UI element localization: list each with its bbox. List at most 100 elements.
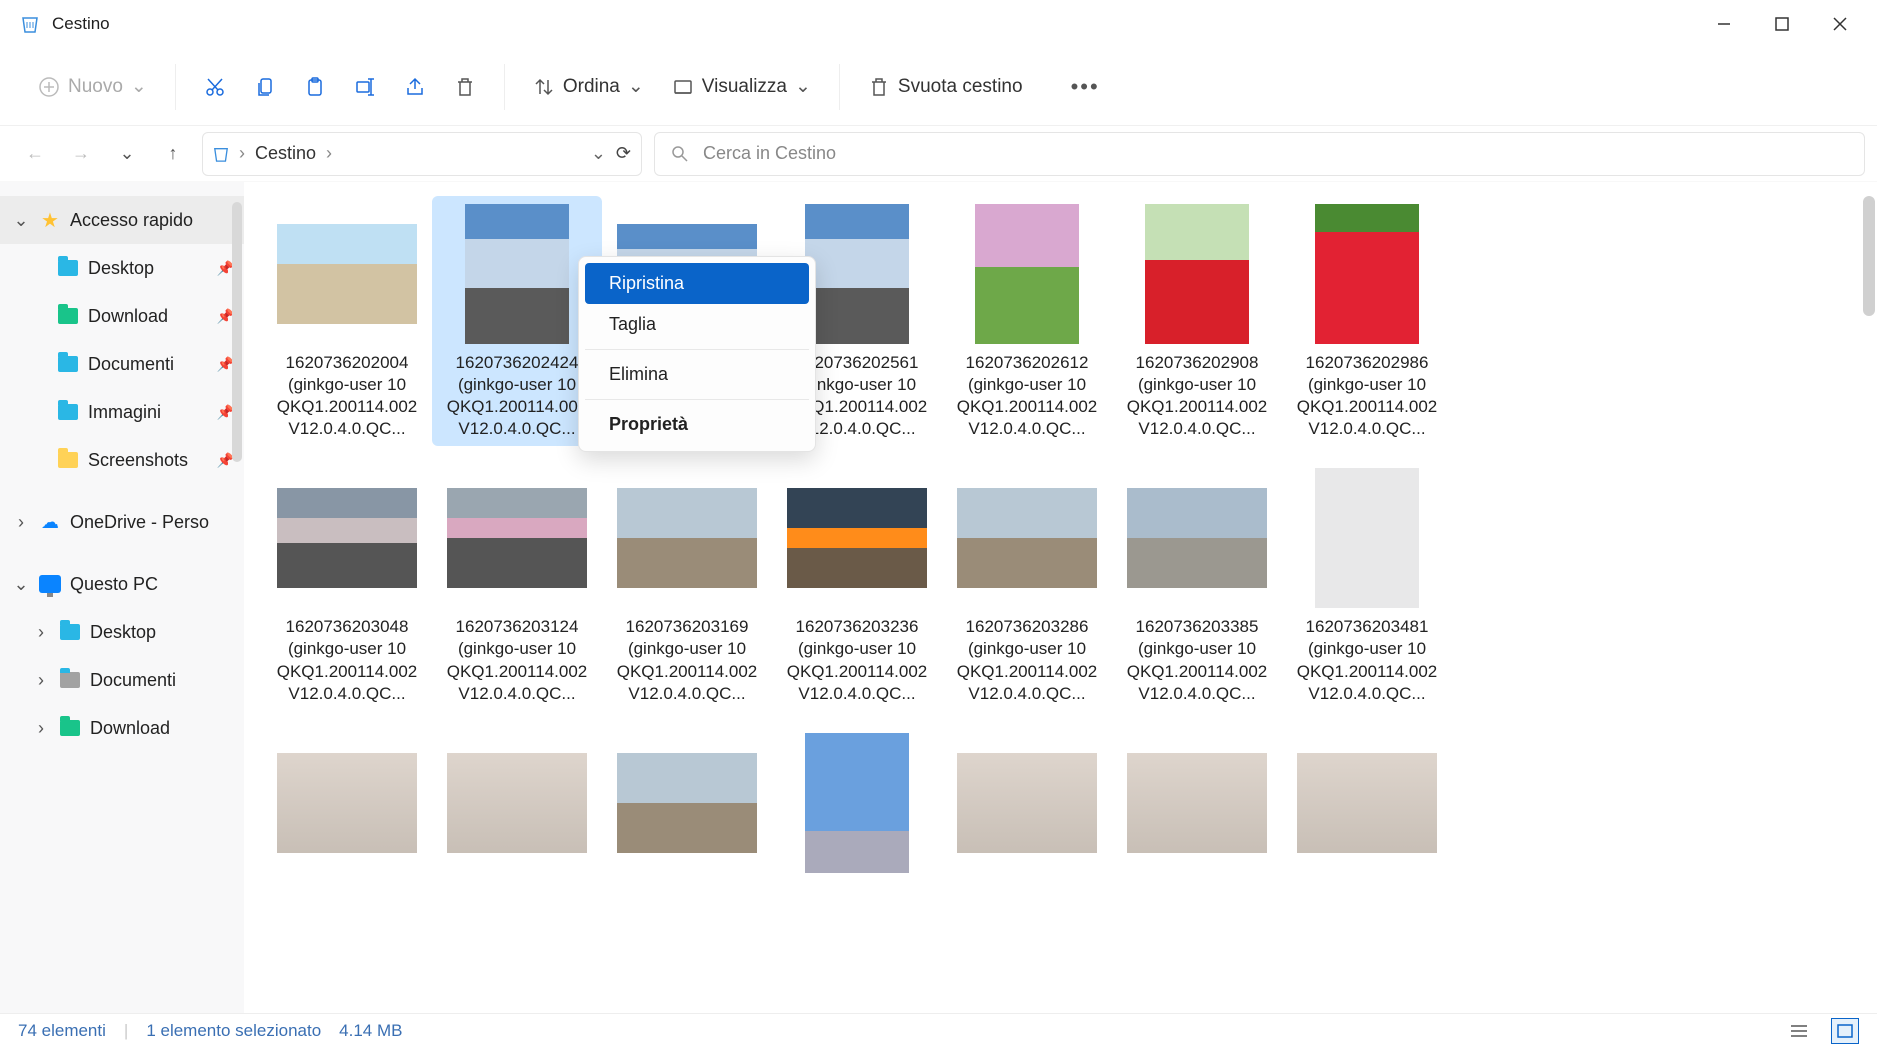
file-thumbnail: [615, 731, 759, 875]
file-item[interactable]: 1620736203236 (ginkgo-user 10 QKQ1.20011…: [772, 460, 942, 710]
file-name: 1620736202004 (ginkgo-user 10 QKQ1.20011…: [268, 352, 426, 440]
folder-icon: [58, 620, 82, 644]
status-selection: 1 elemento selezionato: [146, 1021, 321, 1041]
address-bar[interactable]: › Cestino › ⌄ ⟳: [202, 132, 642, 176]
file-item[interactable]: [1282, 725, 1452, 887]
details-view-button[interactable]: [1785, 1018, 1813, 1044]
chevron-down-icon: ⌄: [12, 210, 30, 231]
chevron-down-icon: ⌄: [795, 75, 811, 98]
file-item[interactable]: [942, 725, 1112, 887]
window-title: Cestino: [52, 14, 110, 34]
file-thumbnail: [615, 466, 759, 610]
sidebar-item-screenshots[interactable]: Screenshots 📌: [0, 436, 244, 484]
chevron-right-icon[interactable]: ›: [326, 143, 332, 164]
sidebar: ⌄ ★ Accesso rapido Desktop 📌 Download 📌 …: [0, 182, 244, 1013]
file-item[interactable]: [432, 725, 602, 887]
sort-icon: [533, 76, 555, 98]
sort-label: Ordina: [563, 76, 620, 98]
context-restore[interactable]: Ripristina: [585, 263, 809, 304]
file-item[interactable]: [602, 725, 772, 887]
empty-bin-label: Svuota cestino: [898, 76, 1023, 98]
file-item[interactable]: 1620736203048 (ginkgo-user 10 QKQ1.20011…: [262, 460, 432, 710]
content-scrollbar-thumb[interactable]: [1863, 196, 1875, 316]
sidebar-item-documenti[interactable]: Documenti 📌: [0, 340, 244, 388]
file-name: 1620736203286 (ginkgo-user 10 QKQ1.20011…: [948, 616, 1106, 704]
delete-button[interactable]: [440, 66, 490, 108]
search-bar[interactable]: [654, 132, 1865, 176]
maximize-button[interactable]: [1753, 5, 1811, 43]
file-name: 1620736203124 (ginkgo-user 10 QKQ1.20011…: [438, 616, 596, 704]
new-button[interactable]: Nuovo ⌄: [24, 65, 161, 108]
status-bar: 74 elementi | 1 elemento selezionato 4.1…: [0, 1013, 1877, 1047]
context-separator: [585, 399, 809, 400]
more-button[interactable]: •••: [1057, 64, 1114, 110]
file-item[interactable]: 1620736202612 (ginkgo-user 10 QKQ1.20011…: [942, 196, 1112, 446]
close-button[interactable]: [1811, 5, 1869, 43]
sidebar-item-this-pc[interactable]: ⌄ Questo PC: [0, 560, 244, 608]
paste-button[interactable]: [290, 66, 340, 108]
refresh-button[interactable]: ⟳: [616, 143, 631, 164]
file-item[interactable]: 1620736203286 (ginkgo-user 10 QKQ1.20011…: [942, 460, 1112, 710]
file-item[interactable]: 1620736203385 (ginkgo-user 10 QKQ1.20011…: [1112, 460, 1282, 710]
sidebar-item-pc-desktop[interactable]: › Desktop: [0, 608, 244, 656]
file-thumbnail: [1295, 731, 1439, 875]
file-item[interactable]: 1620736202424 (ginkgo-user 10 QKQ1.20011…: [432, 196, 602, 446]
file-item[interactable]: 1620736202908 (ginkgo-user 10 QKQ1.20011…: [1112, 196, 1282, 446]
scissors-icon: [204, 76, 226, 98]
sidebar-item-onedrive[interactable]: › ☁ OneDrive - Perso: [0, 498, 244, 546]
minimize-button[interactable]: [1695, 5, 1753, 43]
share-icon: [404, 76, 426, 98]
sidebar-item-download[interactable]: Download 📌: [0, 292, 244, 340]
file-thumbnail: [1125, 202, 1269, 346]
folder-icon: [56, 352, 80, 376]
forward-button[interactable]: →: [64, 137, 98, 171]
sidebar-item-desktop[interactable]: Desktop 📌: [0, 244, 244, 292]
context-cut[interactable]: Taglia: [585, 304, 809, 345]
up-button[interactable]: ↑: [156, 137, 190, 171]
plus-circle-icon: [38, 76, 60, 98]
chevron-down-icon[interactable]: ⌄: [591, 143, 606, 164]
context-delete[interactable]: Elimina: [585, 354, 809, 395]
layout-icon: [672, 76, 694, 98]
chevron-down-icon: ⌄: [628, 75, 644, 98]
sidebar-scrollbar-thumb[interactable]: [232, 202, 242, 462]
file-thumbnail: [275, 466, 419, 610]
file-item[interactable]: 1620736203481 (ginkgo-user 10 QKQ1.20011…: [1282, 460, 1452, 710]
share-button[interactable]: [390, 66, 440, 108]
back-button[interactable]: ←: [18, 137, 52, 171]
search-icon: [671, 145, 689, 163]
empty-bin-button[interactable]: Svuota cestino: [854, 66, 1037, 108]
sidebar-item-pc-download[interactable]: › Download: [0, 704, 244, 752]
rename-button[interactable]: [340, 66, 390, 108]
sidebar-item-label: Desktop: [88, 258, 154, 279]
sort-button[interactable]: Ordina ⌄: [519, 65, 658, 108]
sidebar-item-quick-access[interactable]: ⌄ ★ Accesso rapido: [0, 196, 244, 244]
file-name: 1620736202986 (ginkgo-user 10 QKQ1.20011…: [1288, 352, 1446, 440]
sidebar-item-immagini[interactable]: Immagini 📌: [0, 388, 244, 436]
file-thumbnail: [785, 731, 929, 875]
breadcrumb-location[interactable]: Cestino: [255, 143, 316, 164]
chevron-right-icon: ›: [32, 670, 50, 691]
file-item[interactable]: 1620736202004 (ginkgo-user 10 QKQ1.20011…: [262, 196, 432, 446]
search-input[interactable]: [703, 143, 1848, 164]
context-properties[interactable]: Proprietà: [585, 404, 809, 445]
file-item[interactable]: [772, 725, 942, 887]
file-name: 1620736202424 (ginkgo-user 10 QKQ1.20011…: [438, 352, 596, 440]
copy-button[interactable]: [240, 66, 290, 108]
sidebar-item-pc-documenti[interactable]: › Documenti: [0, 656, 244, 704]
chevron-right-icon: ›: [32, 622, 50, 643]
thumbnails-view-button[interactable]: [1831, 1018, 1859, 1044]
recycle-bin-icon: [20, 14, 40, 34]
file-item[interactable]: 1620736202986 (ginkgo-user 10 QKQ1.20011…: [1282, 196, 1452, 446]
file-thumbnail: [445, 202, 589, 346]
recent-locations-button[interactable]: ⌄: [110, 137, 144, 171]
view-button[interactable]: Visualizza ⌄: [658, 65, 825, 108]
file-thumbnail: [445, 466, 589, 610]
file-item[interactable]: 1620736203124 (ginkgo-user 10 QKQ1.20011…: [432, 460, 602, 710]
copy-icon: [254, 76, 276, 98]
content-pane[interactable]: 1620736202004 (ginkgo-user 10 QKQ1.20011…: [244, 182, 1877, 1013]
file-item[interactable]: [1112, 725, 1282, 887]
file-item[interactable]: [262, 725, 432, 887]
file-item[interactable]: 1620736203169 (ginkgo-user 10 QKQ1.20011…: [602, 460, 772, 710]
cut-button[interactable]: [190, 66, 240, 108]
